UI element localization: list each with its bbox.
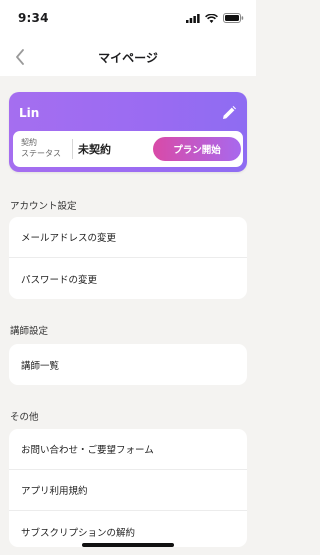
contract-status-label: 契約 ステータス: [21, 138, 61, 158]
section-header-other: その他: [10, 412, 39, 423]
change-password-item[interactable]: パスワードの変更: [9, 258, 247, 299]
section-header-instructor: 講師設定: [10, 326, 49, 337]
pencil-icon: [223, 106, 236, 119]
cancel-subscription-item[interactable]: サブスクリプションの解約: [9, 511, 247, 547]
status-time: 9:34: [18, 11, 49, 25]
status-bar: 9:34: [0, 0, 256, 38]
user-name: Lin: [19, 106, 40, 120]
divider: [72, 139, 73, 159]
contract-status-value: 未契約: [78, 143, 111, 156]
account-settings-group: メールアドレスの変更 パスワードの変更: [9, 217, 247, 299]
profile-card: Lin 契約 ステータス 未契約 プラン開始: [9, 92, 247, 172]
start-plan-button[interactable]: プラン開始: [153, 137, 241, 161]
change-email-item[interactable]: メールアドレスの変更: [9, 217, 247, 258]
battery-icon: [223, 13, 244, 23]
edit-profile-button[interactable]: [219, 103, 239, 123]
contract-status-box: 契約 ステータス 未契約 プラン開始: [13, 131, 243, 167]
terms-of-use-item[interactable]: アプリ利用規約: [9, 470, 247, 511]
contact-form-item[interactable]: お問い合わせ・ご要望フォーム: [9, 429, 247, 470]
instructor-settings-group: 講師一覧: [9, 344, 247, 385]
instructor-list-item[interactable]: 講師一覧: [9, 344, 247, 385]
status-icons: [186, 13, 244, 23]
signal-icon: [186, 13, 200, 23]
navigation-bar: マイページ: [0, 38, 256, 76]
other-group: お問い合わせ・ご要望フォーム アプリ利用規約 サブスクリプションの解約: [9, 429, 247, 547]
home-indicator: [82, 543, 174, 547]
page-title: マイページ: [98, 51, 158, 65]
section-header-account: アカウント設定: [10, 201, 77, 212]
wifi-icon: [205, 13, 218, 23]
